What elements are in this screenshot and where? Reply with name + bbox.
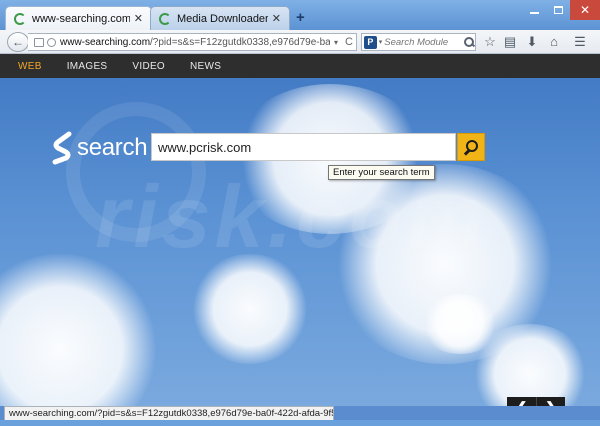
clipboard-icon[interactable]: ▤ bbox=[503, 35, 517, 49]
previous-arrow-button[interactable]: ❮ bbox=[507, 397, 536, 407]
menu-icon[interactable]: ☰ bbox=[573, 35, 587, 49]
close-window-button[interactable]: ✕ bbox=[570, 0, 600, 20]
slideshow-controls: ❮ ❯ bbox=[507, 397, 565, 406]
search-tooltip: Enter your search term bbox=[328, 165, 435, 180]
next-arrow-button[interactable]: ❯ bbox=[536, 397, 565, 406]
search-category-nav: WEB IMAGES VIDEO NEWS bbox=[0, 54, 600, 78]
tab-close-icon[interactable]: ✕ bbox=[272, 12, 281, 25]
page-info-icon[interactable] bbox=[34, 37, 44, 47]
site-logo: search bbox=[52, 131, 148, 165]
search-icon bbox=[463, 139, 479, 155]
url-text[interactable]: www-searching.com/?pid=s&s=F12zgutdk0338… bbox=[60, 37, 330, 48]
nav-video[interactable]: VIDEO bbox=[132, 61, 165, 72]
minimize-button[interactable] bbox=[522, 0, 546, 20]
tab-title: www-searching.com bbox=[32, 12, 130, 25]
url-domain: www-searching.com bbox=[60, 36, 151, 48]
nav-images[interactable]: IMAGES bbox=[67, 61, 108, 72]
url-path: /?pid=s&s=F12zgutdk0338,e976d79e-ba0f-42… bbox=[150, 36, 330, 48]
tab-www-searching[interactable]: www-searching.com ✕ bbox=[5, 6, 152, 30]
search-engine-icon[interactable]: P bbox=[364, 35, 377, 49]
window-titlebar: www-searching.com ✕ Media Downloader ✕ +… bbox=[0, 0, 600, 30]
navigation-toolbar: ← www-searching.com/?pid=s&s=F12zgutdk03… bbox=[0, 30, 600, 54]
watermark-text: risk.com bbox=[95, 167, 489, 266]
minimize-icon bbox=[529, 12, 539, 14]
main-search-box[interactable] bbox=[151, 133, 456, 161]
search-engine-dropdown-icon[interactable]: ▾ bbox=[379, 38, 383, 46]
maximize-icon bbox=[553, 6, 563, 14]
logo-text: search bbox=[77, 134, 148, 161]
cloud-image bbox=[190, 254, 310, 364]
loading-spinner-icon bbox=[159, 12, 171, 25]
search-button[interactable] bbox=[457, 133, 485, 161]
back-button[interactable]: ← bbox=[7, 32, 29, 52]
page-content: risk.com WEB IMAGES VIDEO NEWS search En… bbox=[0, 54, 600, 406]
maximize-button[interactable] bbox=[546, 0, 570, 20]
s-logo-icon bbox=[52, 131, 72, 165]
star-icon[interactable]: ☆ bbox=[483, 35, 497, 49]
home-icon[interactable]: ⌂ bbox=[547, 35, 561, 49]
browser-search-bar[interactable]: P ▾ bbox=[361, 33, 476, 51]
browser-search-input[interactable] bbox=[384, 36, 463, 48]
tab-title: Media Downloader bbox=[177, 12, 268, 25]
window-bottom-border bbox=[0, 420, 600, 426]
cloud-image bbox=[420, 294, 500, 354]
new-tab-button[interactable]: + bbox=[296, 9, 305, 26]
nav-news[interactable]: NEWS bbox=[190, 61, 221, 72]
globe-icon bbox=[47, 37, 56, 47]
cloud-image bbox=[0, 254, 160, 406]
tab-close-icon[interactable]: ✕ bbox=[134, 12, 143, 25]
url-dropdown-icon[interactable]: ▾ bbox=[330, 38, 342, 47]
url-bar[interactable]: www-searching.com/?pid=s&s=F12zgutdk0338… bbox=[28, 33, 357, 51]
reload-icon[interactable]: C bbox=[342, 36, 356, 48]
nav-web[interactable]: WEB bbox=[18, 61, 42, 72]
status-bar-url: www-searching.com/?pid=s&s=F12zgutdk0338… bbox=[4, 406, 334, 421]
download-icon[interactable]: ⬇ bbox=[525, 35, 539, 49]
loading-spinner-icon bbox=[14, 12, 26, 25]
search-icon[interactable] bbox=[462, 35, 475, 49]
main-search-input[interactable] bbox=[158, 139, 448, 155]
tab-media-downloader[interactable]: Media Downloader ✕ bbox=[150, 6, 290, 30]
